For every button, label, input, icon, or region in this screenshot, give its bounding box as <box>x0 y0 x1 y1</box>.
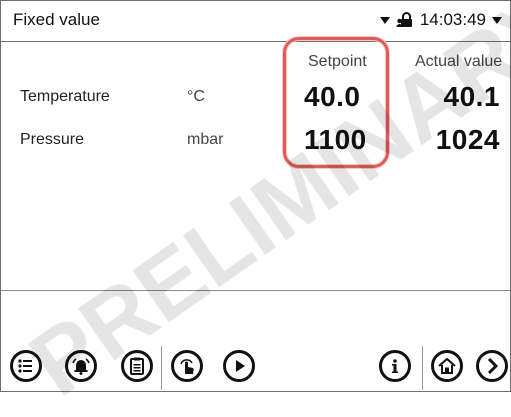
time-dropdown-arrow-icon[interactable] <box>492 16 502 24</box>
controller-screen: Fixed value 14:03:49 Setpoint Actual val… <box>0 0 511 415</box>
clipboard-icon[interactable] <box>121 350 153 382</box>
setpoint-highlight-frame <box>283 37 389 168</box>
play-icon[interactable] <box>223 350 255 382</box>
unit-pressure: mbar <box>187 131 224 148</box>
toolbar-separator <box>161 346 162 390</box>
actual-pressure: 1024 <box>435 124 500 155</box>
next-arrow-icon[interactable] <box>476 350 508 382</box>
actual-value-column-header: Actual value <box>415 53 503 70</box>
clock-time: 14:03:49 <box>419 10 486 29</box>
row-label-temperature: Temperature <box>20 88 110 105</box>
user-lock-icon[interactable] <box>396 11 414 29</box>
alarm-bell-icon[interactable] <box>65 350 97 382</box>
actual-temperature: 40.1 <box>443 81 500 112</box>
list-menu-icon[interactable] <box>10 350 42 382</box>
unit-temperature: °C <box>187 88 205 105</box>
info-icon[interactable] <box>379 350 411 382</box>
title-bar: Fixed value 14:03:49 <box>1 1 510 42</box>
home-icon[interactable] <box>431 350 463 382</box>
toolbar-separator-right <box>422 346 423 390</box>
status-area: 14:03:49 <box>379 10 502 30</box>
screen-title: Fixed value <box>13 10 100 29</box>
dropdown-arrow-icon[interactable] <box>379 16 390 24</box>
touch-hand-icon[interactable] <box>171 350 203 382</box>
content-divider <box>1 290 510 291</box>
row-label-pressure: Pressure <box>20 131 85 148</box>
